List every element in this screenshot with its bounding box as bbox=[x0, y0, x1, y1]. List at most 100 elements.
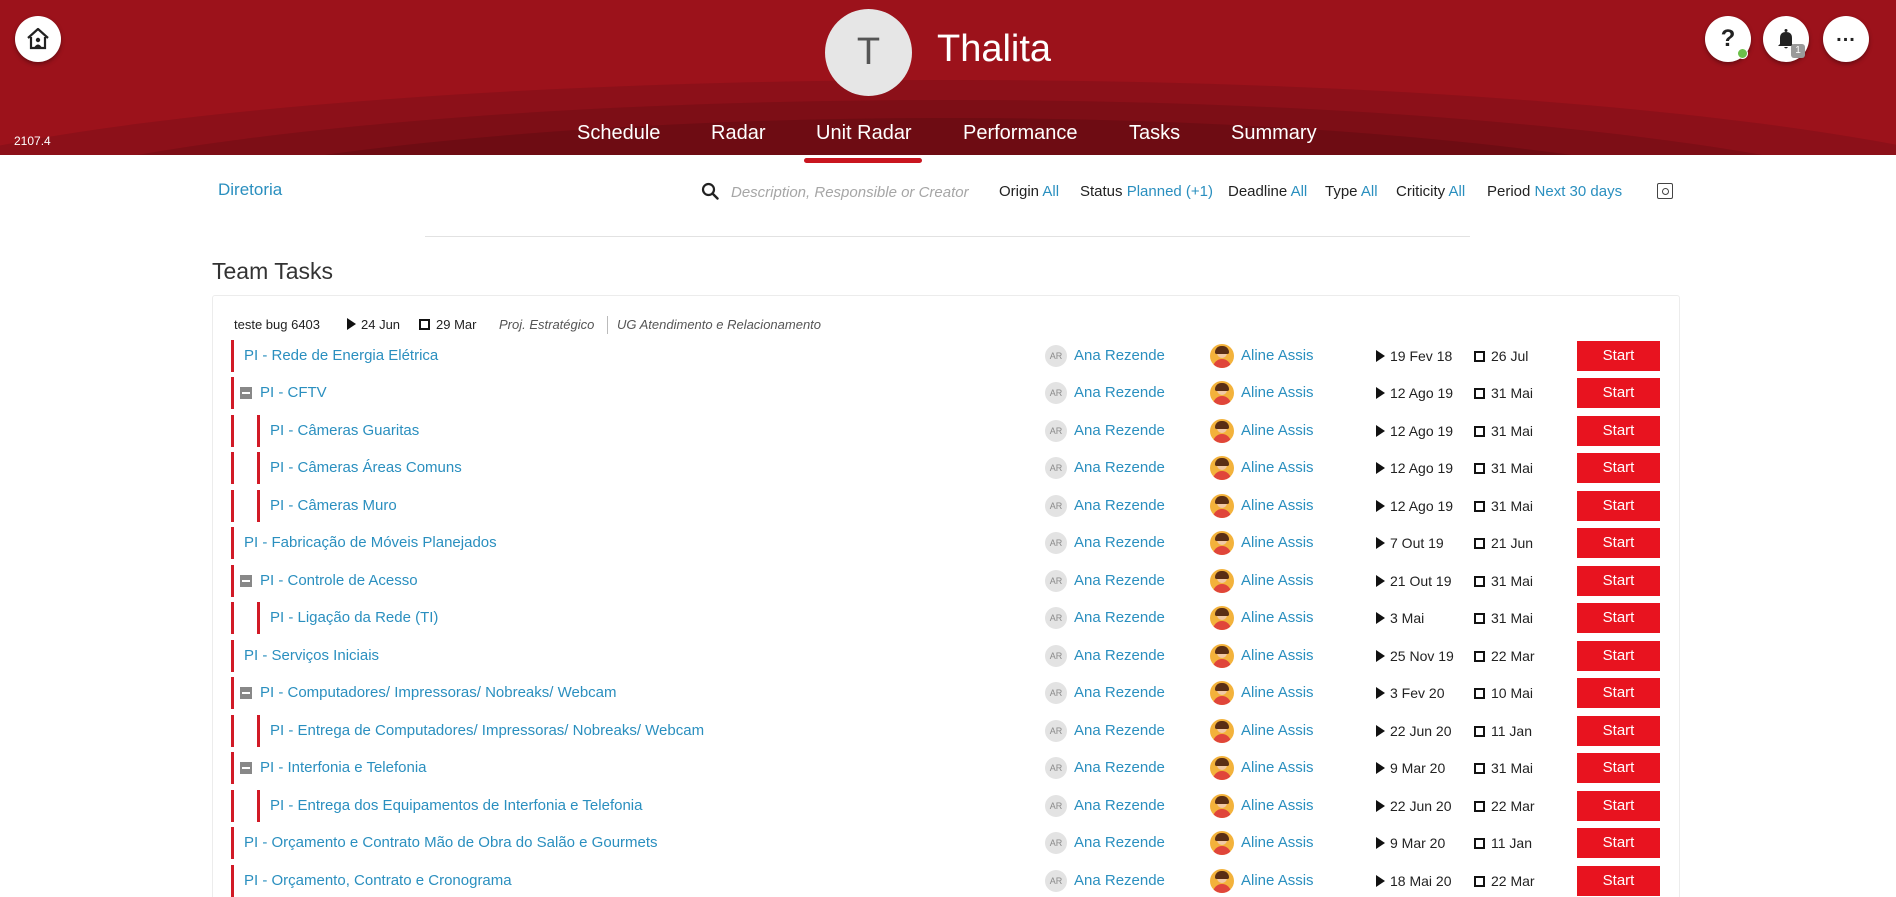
start-button[interactable]: Start bbox=[1577, 716, 1660, 746]
collapse-icon[interactable] bbox=[240, 575, 252, 587]
task-title[interactable]: PI - Computadores/ Impressoras/ Nobreaks… bbox=[260, 684, 617, 701]
task-row[interactable]: PI - Fabricação de Móveis Planejados AR An… bbox=[0, 527, 1896, 559]
task-title[interactable]: PI - Câmeras Áreas Comuns bbox=[270, 459, 462, 476]
task-row[interactable]: PI - Orçamento, Contrato e Cronograma AR A… bbox=[0, 865, 1896, 897]
filter-deadline[interactable]: Deadline All bbox=[1228, 183, 1307, 200]
creator-name[interactable]: Aline Assis bbox=[1241, 722, 1314, 739]
creator-name[interactable]: Aline Assis bbox=[1241, 684, 1314, 701]
unit-selector[interactable]: Diretoria bbox=[218, 180, 282, 200]
responsible-name[interactable]: Ana Rezende bbox=[1074, 759, 1165, 776]
creator-name[interactable]: Aline Assis bbox=[1241, 609, 1314, 626]
responsible-name[interactable]: Ana Rezende bbox=[1074, 459, 1165, 476]
start-button[interactable]: Start bbox=[1577, 791, 1660, 821]
creator-name[interactable]: Aline Assis bbox=[1241, 797, 1314, 814]
creator-name[interactable]: Aline Assis bbox=[1241, 459, 1314, 476]
task-title[interactable]: PI - Controle de Acesso bbox=[260, 572, 418, 589]
task-title[interactable]: PI - Interfonia e Telefonia bbox=[260, 759, 427, 776]
task-row[interactable]: PI - Computadores/ Impressoras/ Nobreaks… bbox=[0, 677, 1896, 709]
creator-name[interactable]: Aline Assis bbox=[1241, 534, 1314, 551]
collapse-icon[interactable] bbox=[240, 687, 252, 699]
creator-name[interactable]: Aline Assis bbox=[1241, 422, 1314, 439]
responsible-name[interactable]: Ana Rezende bbox=[1074, 497, 1165, 514]
task-title[interactable]: PI - CFTV bbox=[260, 384, 327, 401]
search-input[interactable] bbox=[731, 180, 981, 204]
start-button[interactable]: Start bbox=[1577, 453, 1660, 483]
creator-name[interactable]: Aline Assis bbox=[1241, 347, 1314, 364]
start-button[interactable]: Start bbox=[1577, 828, 1660, 858]
help-button[interactable]: ? bbox=[1705, 16, 1751, 62]
tab-tasks[interactable]: Tasks bbox=[1129, 122, 1180, 145]
task-title[interactable]: PI - Ligação da Rede (TI) bbox=[270, 609, 438, 626]
task-row[interactable]: PI - Orçamento e Contrato Mão de Obra do… bbox=[0, 827, 1896, 859]
task-row[interactable]: PI - Entrega de Computadores/ Impressora… bbox=[0, 715, 1896, 747]
responsible-name[interactable]: Ana Rezende bbox=[1074, 647, 1165, 664]
task-title[interactable]: PI - Orçamento, Contrato e Cronograma bbox=[244, 872, 512, 889]
task-title[interactable]: PI - Câmeras Guaritas bbox=[270, 422, 419, 439]
collapse-icon[interactable] bbox=[240, 387, 252, 399]
start-button[interactable]: Start bbox=[1577, 678, 1660, 708]
responsible-name[interactable]: Ana Rezende bbox=[1074, 572, 1165, 589]
creator-name[interactable]: Aline Assis bbox=[1241, 647, 1314, 664]
responsible-name[interactable]: Ana Rezende bbox=[1074, 347, 1165, 364]
start-button[interactable]: Start bbox=[1577, 753, 1660, 783]
creator-name[interactable]: Aline Assis bbox=[1241, 834, 1314, 851]
task-row[interactable]: PI - Câmeras Muro AR Ana Rezende Aline Assi… bbox=[0, 490, 1896, 522]
group-title[interactable]: teste bug 6403 bbox=[234, 317, 320, 332]
task-row[interactable]: PI - Serviços Iniciais AR Ana Rezende Aline… bbox=[0, 640, 1896, 672]
task-title[interactable]: PI - Entrega de Computadores/ Impressora… bbox=[270, 722, 704, 739]
user-avatar[interactable]: T bbox=[825, 9, 912, 96]
filter-status[interactable]: Status Planned (+1) bbox=[1080, 183, 1213, 200]
responsible-name[interactable]: Ana Rezende bbox=[1074, 609, 1165, 626]
task-title[interactable]: PI - Orçamento e Contrato Mão de Obra do… bbox=[244, 834, 658, 851]
creator-name[interactable]: Aline Assis bbox=[1241, 497, 1314, 514]
start-button[interactable]: Start bbox=[1577, 341, 1660, 371]
task-row[interactable]: PI - CFTV AR Ana Rezende Aline Assis 12 Ago … bbox=[0, 377, 1896, 409]
start-button[interactable]: Start bbox=[1577, 528, 1660, 558]
responsible-name[interactable]: Ana Rezende bbox=[1074, 534, 1165, 551]
start-button[interactable]: Start bbox=[1577, 603, 1660, 633]
filter-criticity[interactable]: Criticity All bbox=[1396, 183, 1465, 200]
responsible-name[interactable]: Ana Rezende bbox=[1074, 384, 1165, 401]
task-row[interactable]: PI - Ligação da Rede (TI) AR Ana Rezende Al… bbox=[0, 602, 1896, 634]
creator-name[interactable]: Aline Assis bbox=[1241, 759, 1314, 776]
responsible-name[interactable]: Ana Rezende bbox=[1074, 834, 1165, 851]
task-row[interactable]: PI - Câmeras Guaritas AR Ana Rezende Aline … bbox=[0, 415, 1896, 447]
task-row[interactable]: PI - Rede de Energia Elétrica AR Ana Rezen… bbox=[0, 340, 1896, 372]
start-button[interactable]: Start bbox=[1577, 416, 1660, 446]
task-title[interactable]: PI - Câmeras Muro bbox=[270, 497, 397, 514]
filter-period[interactable]: Period Next 30 days bbox=[1487, 183, 1622, 200]
task-row[interactable]: PI - Controle de Acesso AR Ana Rezende Alin… bbox=[0, 565, 1896, 597]
tab-performance[interactable]: Performance bbox=[963, 122, 1078, 145]
task-row[interactable]: PI - Interfonia e Telefonia AR Ana Rezende… bbox=[0, 752, 1896, 784]
responsible-name[interactable]: Ana Rezende bbox=[1074, 684, 1165, 701]
start-button[interactable]: Start bbox=[1577, 866, 1660, 896]
tab-radar[interactable]: Radar bbox=[711, 122, 765, 145]
responsible-name[interactable]: Ana Rezende bbox=[1074, 872, 1165, 889]
start-button[interactable]: Start bbox=[1577, 566, 1660, 596]
responsible-name[interactable]: Ana Rezende bbox=[1074, 422, 1165, 439]
collapse-icon[interactable] bbox=[240, 762, 252, 774]
more-options-button[interactable]: ... bbox=[1823, 16, 1869, 62]
tab-summary[interactable]: Summary bbox=[1231, 122, 1317, 145]
task-title[interactable]: PI - Serviços Iniciais bbox=[244, 647, 379, 664]
tab-unit-radar[interactable]: Unit Radar bbox=[816, 122, 912, 145]
start-button[interactable]: Start bbox=[1577, 491, 1660, 521]
notifications-button[interactable]: 1 bbox=[1763, 16, 1809, 62]
responsible-name[interactable]: Ana Rezende bbox=[1074, 797, 1165, 814]
creator-name[interactable]: Aline Assis bbox=[1241, 384, 1314, 401]
task-title[interactable]: PI - Rede de Energia Elétrica bbox=[244, 347, 438, 364]
filter-type[interactable]: Type All bbox=[1325, 183, 1378, 200]
start-button[interactable]: Start bbox=[1577, 641, 1660, 671]
tab-schedule[interactable]: Schedule bbox=[577, 122, 660, 145]
creator-name[interactable]: Aline Assis bbox=[1241, 572, 1314, 589]
task-title[interactable]: PI - Fabricação de Móveis Planejados bbox=[244, 534, 497, 551]
home-button[interactable] bbox=[15, 16, 61, 62]
responsible-name[interactable]: Ana Rezende bbox=[1074, 722, 1165, 739]
creator-name[interactable]: Aline Assis bbox=[1241, 872, 1314, 889]
start-button[interactable]: Start bbox=[1577, 378, 1660, 408]
task-row[interactable]: PI - Entrega dos Equipamentos de Interfo… bbox=[0, 790, 1896, 822]
task-title[interactable]: PI - Entrega dos Equipamentos de Interfo… bbox=[270, 797, 642, 814]
task-row[interactable]: PI - Câmeras Áreas Comuns AR Ana Rezende Al… bbox=[0, 452, 1896, 484]
filter-settings-icon[interactable] bbox=[1657, 183, 1673, 199]
filter-origin[interactable]: Origin All bbox=[999, 183, 1059, 200]
